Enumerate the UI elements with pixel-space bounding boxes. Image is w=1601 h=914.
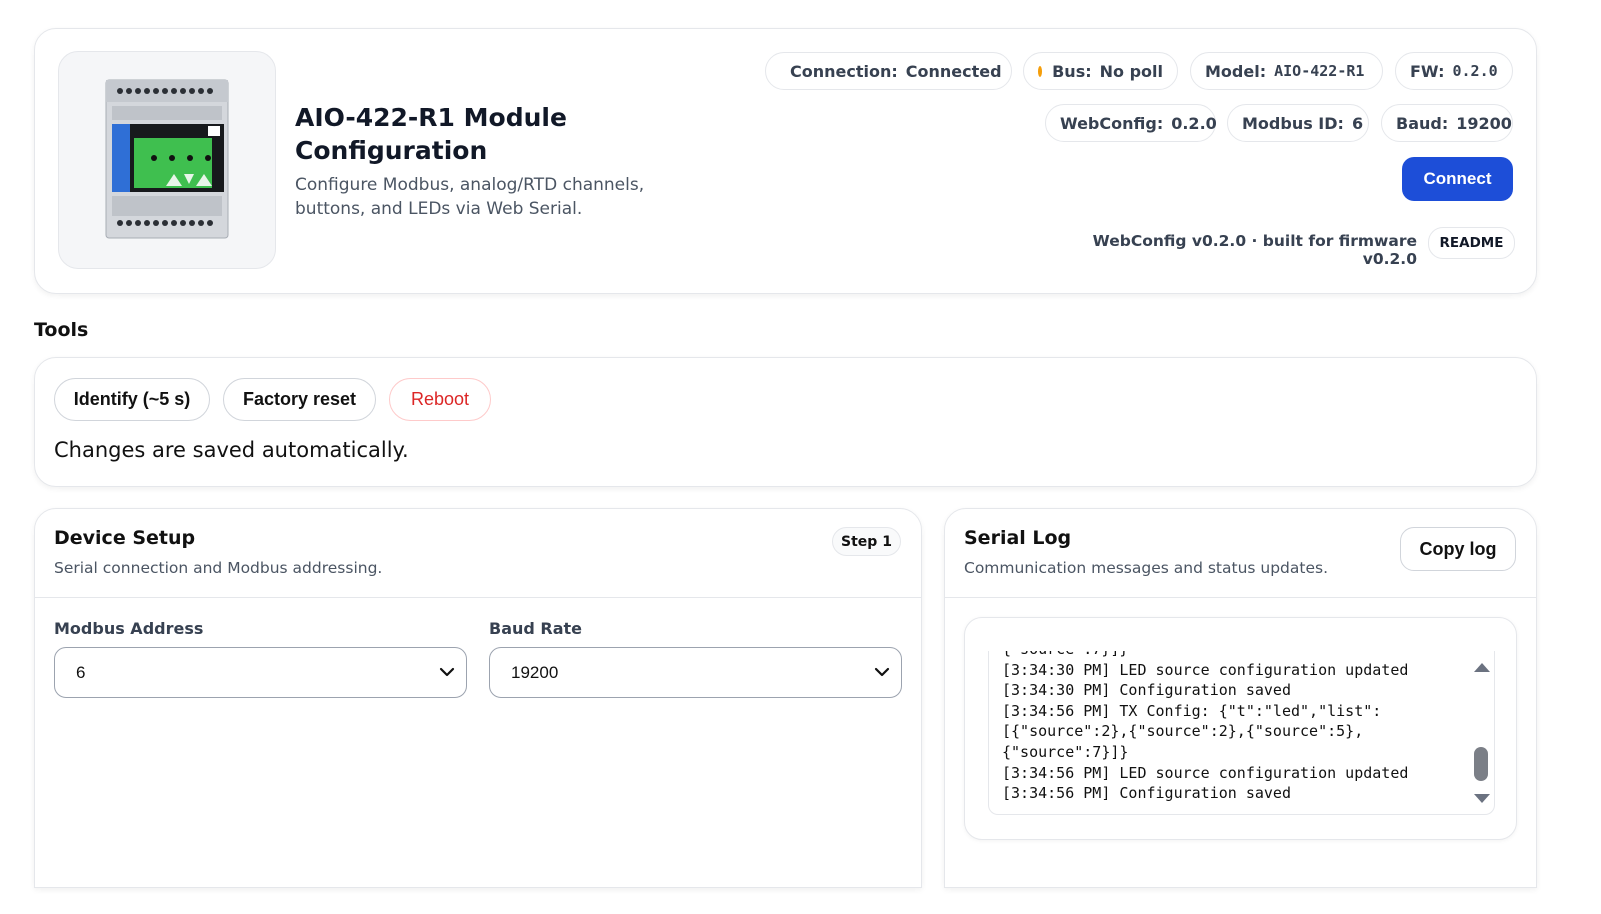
baud-rate-value: 19200 <box>511 663 559 682</box>
copy-log-button[interactable]: Copy log <box>1400 527 1516 571</box>
bus-value: No poll <box>1099 61 1163 81</box>
scroll-down-arrow-icon[interactable] <box>1474 794 1490 803</box>
bus-key: Bus: <box>1052 61 1092 81</box>
connection-status-badge: Connection: Connected <box>765 52 1012 90</box>
model-key: Model: <box>1205 61 1267 81</box>
tools-heading: Tools <box>34 319 89 341</box>
bus-status-dot <box>1038 65 1043 77</box>
log-output[interactable]: {"source":7}]} [3:34:30 PM] LED source c… <box>988 651 1495 815</box>
modbus-address-select[interactable]: 6 <box>54 647 467 698</box>
log-text: {"source":7}]} [3:34:30 PM] LED source c… <box>1002 651 1409 803</box>
webconfig-key: WebConfig: <box>1060 113 1164 133</box>
tools-card: Identify (~5 s) Factory reset Reboot Cha… <box>34 357 1537 487</box>
chevron-down-icon <box>439 667 455 677</box>
fw-key: FW: <box>1410 61 1445 81</box>
device-setup-title: Device Setup <box>54 527 196 549</box>
baud-key: Baud: <box>1396 113 1449 133</box>
scrollbar-thumb[interactable] <box>1474 747 1488 781</box>
baud-rate-select[interactable]: 19200 <box>489 647 902 698</box>
step-badge: Step 1 <box>832 527 901 556</box>
fw-value: 0.2.0 <box>1452 62 1498 80</box>
bus-status-badge: Bus: No poll <box>1023 52 1178 90</box>
modbus-address-label: Modbus Address <box>54 619 204 638</box>
page-subtitle: Configure Modbus, analog/RTD channels, b… <box>295 175 645 219</box>
serial-log-panel: Serial Log Communication messages and st… <box>944 508 1537 888</box>
modbus-id-value: 6 <box>1351 113 1364 133</box>
baud-value: 19200 <box>1456 113 1512 133</box>
serial-log-description: Communication messages and status update… <box>964 559 1329 577</box>
webconfig-value: 0.2.0 <box>1171 113 1217 133</box>
panel-divider <box>945 597 1536 598</box>
fw-badge: FW: 0.2.0 <box>1395 52 1513 90</box>
serial-log-title: Serial Log <box>964 527 1072 549</box>
baud-badge: Baud: 19200 <box>1381 104 1513 142</box>
modbus-id-badge: Modbus ID: 6 <box>1227 104 1369 142</box>
module-image <box>58 51 276 269</box>
model-badge: Model: AIO-422-R1 <box>1190 52 1383 90</box>
connection-key: Connection: <box>790 61 898 81</box>
reboot-button[interactable]: Reboot <box>389 378 491 421</box>
device-setup-description: Serial connection and Modbus addressing. <box>54 559 383 577</box>
device-setup-panel: Device Setup Step 1 Serial connection an… <box>34 508 922 888</box>
webconfig-badge: WebConfig: 0.2.0 <box>1045 104 1217 142</box>
connect-button[interactable]: Connect <box>1402 157 1513 201</box>
autosave-note: Changes are saved automatically. <box>54 438 409 462</box>
header-card: AIO-422-R1 Module Configuration Configur… <box>34 28 1537 294</box>
build-info: WebConfig v0.2.0 · built for firmware v0… <box>1092 232 1417 268</box>
module-device-icon <box>105 79 229 239</box>
chevron-down-icon <box>874 667 890 677</box>
log-container: {"source":7}]} [3:34:30 PM] LED source c… <box>964 617 1517 840</box>
page-title: AIO-422-R1 Module Configuration <box>295 103 567 165</box>
connection-value: Connected <box>905 61 1002 81</box>
identify-button[interactable]: Identify (~5 s) <box>54 378 210 421</box>
factory-reset-button[interactable]: Factory reset <box>223 378 376 421</box>
readme-link[interactable]: README <box>1428 227 1515 259</box>
panel-divider <box>35 597 921 598</box>
baud-rate-label: Baud Rate <box>489 619 583 638</box>
model-value: AIO-422-R1 <box>1274 62 1365 80</box>
scroll-up-arrow-icon[interactable] <box>1474 663 1490 672</box>
modbus-address-value: 6 <box>76 663 86 682</box>
modbus-id-key: Modbus ID: <box>1242 113 1344 133</box>
